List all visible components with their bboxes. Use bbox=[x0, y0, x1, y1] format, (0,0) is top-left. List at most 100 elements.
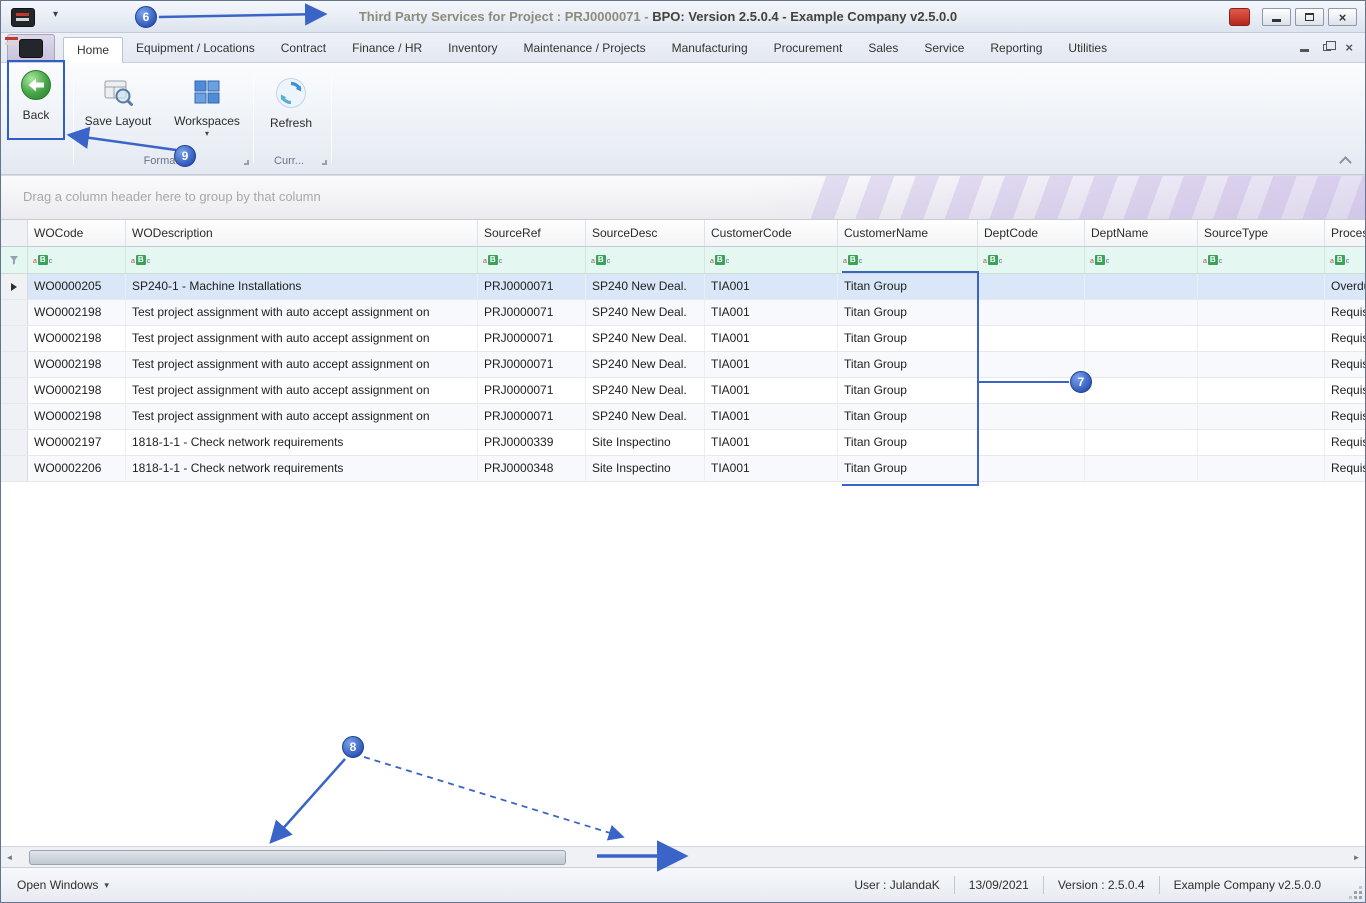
quick-access-caret-icon[interactable]: ▾ bbox=[53, 9, 58, 20]
refresh-button[interactable]: Refresh bbox=[259, 67, 323, 153]
back-button[interactable]: Back bbox=[9, 62, 63, 138]
grid-cell: WO0002198 bbox=[28, 378, 126, 403]
grid-cell: Requisi bbox=[1325, 326, 1365, 351]
title-app-part: BPO: Version 2.5.0.4 - Example Company v… bbox=[652, 9, 958, 24]
ribbon-group-format-label: Format bbox=[143, 155, 179, 167]
tab-maintenance-projects[interactable]: Maintenance / Projects bbox=[511, 36, 659, 62]
tab-equipment-locations[interactable]: Equipment / Locations bbox=[123, 36, 268, 62]
ribbon-group-separator bbox=[331, 71, 332, 163]
close-button[interactable]: × bbox=[1328, 8, 1357, 26]
column-header-wocode[interactable]: WOCode bbox=[28, 220, 126, 246]
title-project-part: Third Party Services for Project : PRJ00… bbox=[358, 9, 641, 24]
open-windows-caret-icon: ▾ bbox=[104, 879, 109, 890]
abc-filter-icon: aBc bbox=[710, 255, 730, 265]
grid-cell bbox=[1198, 274, 1325, 299]
filter-cell-process[interactable]: aBc bbox=[1325, 247, 1365, 273]
filter-cell-wodescription[interactable]: aBc bbox=[126, 247, 478, 273]
filter-row-icon bbox=[10, 256, 18, 265]
grid-cell: Requisi bbox=[1325, 404, 1365, 429]
open-windows-button[interactable]: Open Windows ▾ bbox=[9, 874, 117, 896]
grid-cell bbox=[978, 430, 1085, 455]
scrollbar-thumb[interactable] bbox=[29, 849, 566, 865]
collapse-ribbon-icon[interactable] bbox=[1340, 155, 1351, 164]
grid-cell bbox=[1085, 326, 1198, 351]
column-header-sourceref[interactable]: SourceRef bbox=[478, 220, 586, 246]
column-header-customercode[interactable]: CustomerCode bbox=[705, 220, 838, 246]
close-icon: × bbox=[1338, 9, 1347, 25]
table-row[interactable]: WO0002198 Test project assignment with au… bbox=[1, 352, 1365, 378]
column-header-sourcedesc[interactable]: SourceDesc bbox=[586, 220, 705, 246]
filter-cell-deptname[interactable]: aBc bbox=[1085, 247, 1198, 273]
tab-utilities[interactable]: Utilities bbox=[1055, 36, 1120, 62]
save-layout-button[interactable]: Save Layout bbox=[81, 67, 155, 153]
window-title: Third Party Services for Project : PRJ00… bbox=[358, 9, 958, 24]
grid-cell: Test project assignment with auto accept… bbox=[126, 326, 478, 351]
mdi-restore-button[interactable] bbox=[1323, 40, 1337, 51]
workspaces-button[interactable]: Workspaces ▾ bbox=[167, 67, 247, 153]
grid-header-row: WOCode WODescription SourceRef SourceDesc Cu… bbox=[1, 219, 1365, 247]
filter-cell-customercode[interactable]: aBc bbox=[705, 247, 838, 273]
grid-cell bbox=[1198, 326, 1325, 351]
ribbon-group-current-label: Curr... bbox=[274, 155, 304, 167]
table-row[interactable]: WO0002198 Test project assignment with au… bbox=[1, 378, 1365, 404]
application-menu-button[interactable] bbox=[5, 34, 55, 62]
tab-home[interactable]: Home bbox=[63, 37, 124, 63]
annotation-badge-7: 7 bbox=[1070, 371, 1092, 393]
table-row[interactable]: WO0002206 1818-1-1 - Check network requir… bbox=[1, 456, 1365, 482]
table-row[interactable]: WO0002198 Test project assignment with au… bbox=[1, 300, 1365, 326]
column-header-process[interactable]: Process bbox=[1325, 220, 1365, 246]
grid-cell bbox=[1085, 404, 1198, 429]
tab-inventory[interactable]: Inventory bbox=[435, 36, 510, 62]
mdi-close-button[interactable]: × bbox=[1345, 41, 1353, 54]
table-row[interactable]: WO0002198 Test project assignment with au… bbox=[1, 404, 1365, 430]
tab-manufacturing[interactable]: Manufacturing bbox=[659, 36, 761, 62]
group-by-panel[interactable]: Drag a column header here to group by th… bbox=[1, 175, 1365, 219]
titlebar-red-button[interactable] bbox=[1229, 8, 1250, 26]
tab-contract[interactable]: Contract bbox=[268, 36, 339, 62]
grid-rows: WO0000205 SP240-1 - Machine Installations… bbox=[1, 274, 1365, 482]
column-header-sourcetype[interactable]: SourceType bbox=[1198, 220, 1325, 246]
grid-cell: TIA001 bbox=[705, 300, 838, 325]
refresh-label: Refresh bbox=[269, 116, 313, 130]
filter-cell-sourcetype[interactable]: aBc bbox=[1198, 247, 1325, 273]
filter-cell-wocode[interactable]: aBc bbox=[28, 247, 126, 273]
tab-finance-hr[interactable]: Finance / HR bbox=[339, 36, 435, 62]
ribbon-tab-row: Home Equipment / Locations Contract Finance… bbox=[1, 33, 1365, 63]
scroll-right-button[interactable]: ► bbox=[1348, 853, 1365, 862]
scroll-left-button[interactable]: ◄ bbox=[1, 853, 18, 862]
column-header-deptname[interactable]: DeptName bbox=[1085, 220, 1198, 246]
grid-cell bbox=[978, 378, 1085, 403]
filter-cell-sourceref[interactable]: aBc bbox=[478, 247, 586, 273]
tab-reporting[interactable]: Reporting bbox=[977, 36, 1055, 62]
scrollbar-track[interactable] bbox=[18, 849, 1348, 866]
resize-grip-icon[interactable] bbox=[1349, 886, 1363, 900]
grid-cell: PRJ0000071 bbox=[478, 300, 586, 325]
table-row[interactable]: WO0002198 Test project assignment with au… bbox=[1, 326, 1365, 352]
app-logo-icon[interactable] bbox=[11, 8, 35, 27]
grid-cell: Overdu bbox=[1325, 274, 1365, 299]
annotation-badge-8: 8 bbox=[342, 736, 364, 758]
dialog-launcher-icon[interactable] bbox=[322, 160, 327, 165]
tab-sales[interactable]: Sales bbox=[855, 36, 911, 62]
horizontal-scrollbar[interactable]: ◄ ► bbox=[1, 846, 1365, 867]
dialog-launcher-icon[interactable] bbox=[244, 160, 249, 165]
column-header-deptcode[interactable]: DeptCode bbox=[978, 220, 1085, 246]
tab-service[interactable]: Service bbox=[911, 36, 977, 62]
table-row[interactable]: WO0000205 SP240-1 - Machine Installations… bbox=[1, 274, 1365, 300]
mdi-minimize-button[interactable] bbox=[1300, 48, 1310, 52]
grid-cell: WO0002197 bbox=[28, 430, 126, 455]
minimize-button[interactable] bbox=[1262, 8, 1291, 26]
column-header-wodescription[interactable]: WODescription bbox=[126, 220, 478, 246]
tab-procurement[interactable]: Procurement bbox=[761, 36, 856, 62]
grid-cell: Requisi bbox=[1325, 300, 1365, 325]
ribbon: Back Save Layout Workspaces ▾ Refresh Fo… bbox=[1, 60, 1365, 175]
workspaces-dropdown-icon: ▾ bbox=[204, 129, 209, 138]
filter-cell-sourcedesc[interactable]: aBc bbox=[586, 247, 705, 273]
filter-cell-deptcode[interactable]: aBc bbox=[978, 247, 1085, 273]
filter-cell-customername[interactable]: aBc bbox=[838, 247, 978, 273]
grid-cell bbox=[1198, 300, 1325, 325]
table-row[interactable]: WO0002197 1818-1-1 - Check network requir… bbox=[1, 430, 1365, 456]
column-header-customername[interactable]: CustomerName bbox=[838, 220, 978, 246]
maximize-button[interactable] bbox=[1295, 8, 1324, 26]
grid-cell: Site Inspectino bbox=[586, 430, 705, 455]
